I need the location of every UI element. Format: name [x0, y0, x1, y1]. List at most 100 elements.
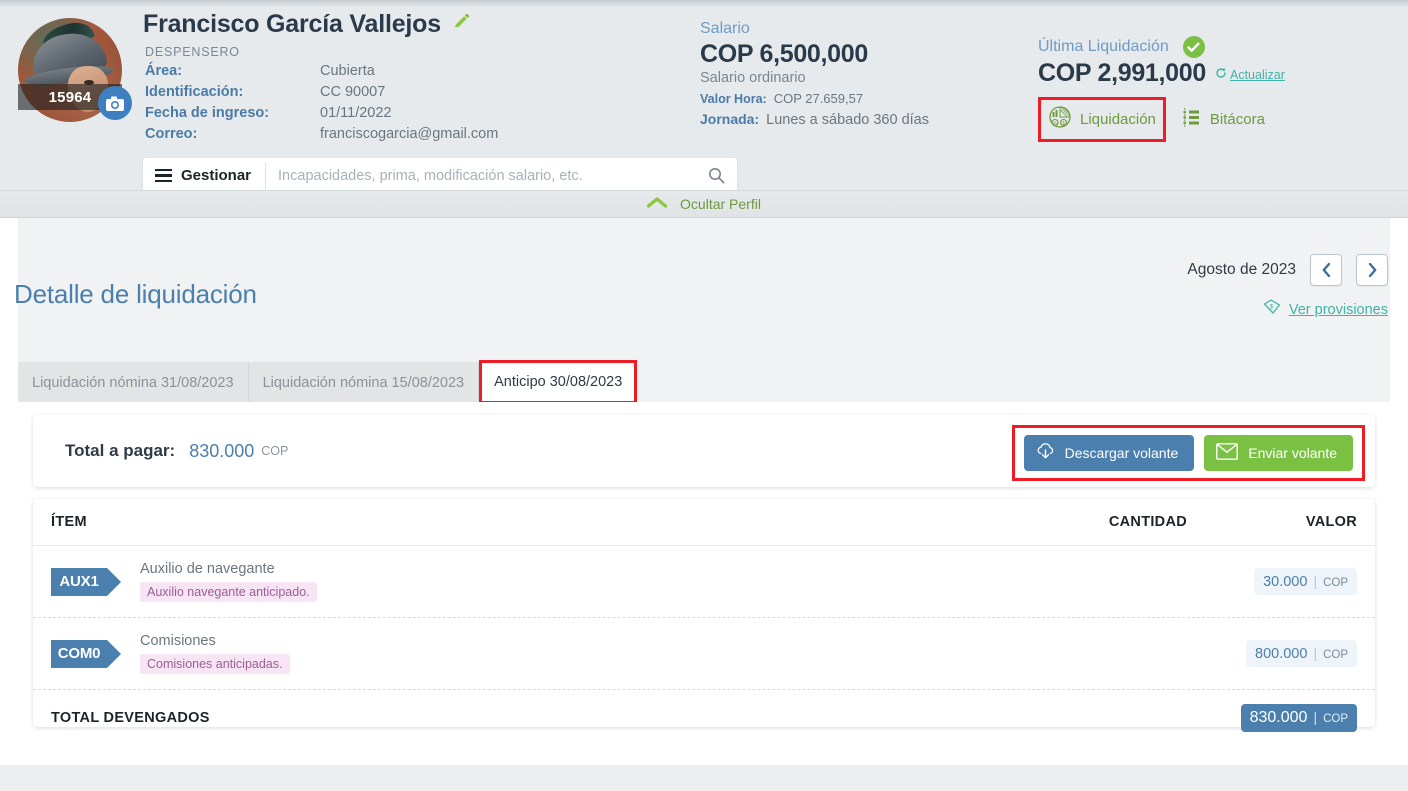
settlement-tabs: Liquidación nómina 31/08/2023 Liquidació… — [18, 360, 638, 404]
cloud-download-icon — [1036, 443, 1055, 463]
item-code-badge: COM0 — [51, 639, 121, 668]
items-table: ÍTEM CANTIDAD VALOR AUX1 Auxilio de nave… — [33, 499, 1375, 732]
settlement-panel: Total a pagar: 830.000 COP Descargar vol… — [18, 402, 1390, 743]
fact-row-area: Área: Cubierta — [145, 63, 498, 84]
item-value-pill: 30.000 | COP — [1254, 568, 1357, 595]
last-settlement-links: % $ Liquidación Bitácora — [1038, 97, 1285, 142]
total-to-pay-currency: COP — [261, 444, 289, 458]
next-period-button[interactable] — [1356, 254, 1388, 286]
last-settlement-panel: Última Liquidación COP 2,991,000 Actuali… — [1038, 36, 1285, 142]
item-value-pill: 800.000 | COP — [1246, 640, 1357, 667]
last-settlement-amount: COP 2,991,000 — [1038, 59, 1206, 87]
check-circle-icon — [1182, 36, 1205, 58]
chevron-right-icon — [1368, 263, 1376, 277]
salary-panel: Salario COP 6,500,000 Salario ordinario … — [700, 20, 929, 128]
page-title: Detalle de liquidación — [14, 279, 257, 309]
fact-label-area: Área: — [145, 63, 183, 79]
camera-icon[interactable] — [98, 86, 132, 120]
item-details: Comisiones Comisiones anticipadas. — [140, 633, 897, 674]
search-input[interactable] — [266, 158, 695, 193]
table-total-row: TOTAL DEVENGADOS 830.000 | COP — [33, 690, 1375, 746]
tab-liquidacion-15-08-2023[interactable]: Liquidación nómina 15/08/2023 — [248, 362, 480, 404]
column-header-value: VALOR — [1305, 514, 1357, 530]
total-earned-label: TOTAL DEVENGADOS — [51, 710, 210, 726]
download-volante-label: Descargar volante — [1064, 445, 1179, 461]
collapse-profile-bar[interactable]: Ocultar Perfil — [0, 190, 1408, 218]
item-value: 30.000 — [1263, 574, 1308, 590]
refresh-icon — [1215, 66, 1227, 84]
update-label: Actualizar — [1230, 68, 1285, 82]
download-volante-button[interactable]: Descargar volante — [1023, 435, 1195, 471]
pencil-icon[interactable] — [452, 13, 470, 36]
item-value: 800.000 — [1255, 646, 1308, 662]
list-icon — [1182, 107, 1201, 132]
total-to-pay-card: Total a pagar: 830.000 COP Descargar vol… — [33, 415, 1375, 487]
item-name: Comisiones — [140, 633, 216, 649]
item-note: Auxilio navegante anticipado. — [140, 582, 317, 602]
fact-label-entry-date: Fecha de ingreso: — [145, 105, 270, 121]
fact-label-identification: Identificación: — [145, 84, 244, 100]
table-header: ÍTEM CANTIDAD VALOR — [33, 499, 1375, 546]
tab-liquidacion-31-08-2023[interactable]: Liquidación nómina 31/08/2023 — [18, 362, 249, 404]
bottom-white-area — [0, 743, 1408, 765]
hamburger-icon — [155, 168, 172, 183]
total-earned-details: TOTAL DEVENGADOS — [51, 709, 897, 727]
chevron-up-icon — [646, 195, 668, 213]
total-earned-currency: COP — [1323, 713, 1348, 725]
item-details: Auxilio de navegante Auxilio navegante a… — [140, 561, 897, 602]
view-provisions-label: Ver provisiones — [1288, 301, 1388, 318]
right-gutter — [1390, 218, 1408, 743]
money-note-icon: $ — [1263, 299, 1281, 320]
salary-hour-row: Valor Hora: COP 27.659,57 — [700, 91, 929, 106]
bottom-gray-area — [0, 765, 1408, 791]
employee-name: Francisco García Vallejos — [143, 10, 441, 38]
chevron-left-icon — [1322, 263, 1330, 277]
value-separator: | — [1313, 645, 1318, 661]
send-volante-label: Enviar volante — [1248, 445, 1337, 461]
item-value-cell: 30.000 | COP — [1187, 568, 1357, 595]
last-settlement-title-row: Última Liquidación — [1038, 36, 1285, 58]
total-earned-value: 830.000 — [1249, 709, 1308, 726]
search-icon[interactable] — [695, 167, 737, 184]
pie-chart-money-icon: % $ — [1048, 105, 1072, 134]
view-provisions-link[interactable]: $ Ver provisiones — [1263, 299, 1388, 320]
manage-label: Gestionar — [181, 167, 252, 184]
avatar[interactable]: 15964 — [18, 18, 132, 124]
settlement-label: Liquidación — [1080, 111, 1156, 128]
salary-hour-value: COP 27.659,57 — [773, 91, 864, 106]
collapse-profile-label: Ocultar Perfil — [680, 196, 761, 212]
table-row: AUX1 Auxilio de navegante Auxilio navega… — [33, 546, 1375, 618]
column-header-item: ÍTEM — [51, 514, 87, 530]
svg-text:$: $ — [1270, 304, 1274, 311]
period-navigator: Agosto de 2023 — [1187, 254, 1388, 286]
item-value-cell: 800.000 | COP — [1187, 640, 1357, 667]
update-button[interactable]: Actualizar — [1215, 66, 1285, 88]
salary-title: Salario — [700, 20, 750, 37]
fact-row-entry-date: Fecha de ingreso: 01/11/2022 — [145, 105, 498, 126]
total-earned-value-cell: 830.000 | COP — [1187, 704, 1357, 732]
tab-anticipo-30-08-2023[interactable]: Anticipo 30/08/2023 — [479, 360, 638, 404]
fact-value-entry-date: 01/11/2022 — [320, 105, 392, 121]
item-code-text: AUX1 — [59, 573, 99, 590]
total-to-pay-label: Total a pagar: — [65, 441, 176, 460]
total-earned-value-pill: 830.000 | COP — [1240, 704, 1357, 732]
employee-name-row: Francisco García Vallejos — [143, 10, 470, 39]
salary-subtitle: Salario ordinario — [700, 70, 806, 86]
app-page: 15964 Francisco García Vallejos DESPENSE… — [0, 0, 1408, 791]
log-button[interactable]: Bitácora — [1182, 107, 1265, 132]
settlement-button[interactable]: % $ Liquidación — [1038, 97, 1166, 142]
fact-value-email: franciscogarcia@gmail.com — [320, 126, 499, 142]
salary-journey-label: Jornada: — [700, 111, 760, 127]
volante-actions: Descargar volante Enviar volante — [1011, 425, 1365, 481]
manage-button[interactable]: Gestionar — [143, 158, 265, 193]
employee-id-text: 15964 — [48, 88, 92, 106]
log-label: Bitácora — [1209, 111, 1265, 128]
last-settlement-amount-row: COP 2,991,000 Actualizar — [1038, 59, 1285, 88]
item-currency: COP — [1323, 649, 1348, 661]
column-header-quantity: CANTIDAD — [1108, 514, 1187, 530]
profile-header: 15964 Francisco García Vallejos DESPENSE… — [0, 6, 1408, 193]
send-volante-button[interactable]: Enviar volante — [1204, 435, 1353, 471]
item-name: Auxilio de navegante — [140, 561, 275, 577]
salary-hour-label: Valor Hora: — [700, 92, 767, 106]
previous-period-button[interactable] — [1310, 254, 1342, 286]
